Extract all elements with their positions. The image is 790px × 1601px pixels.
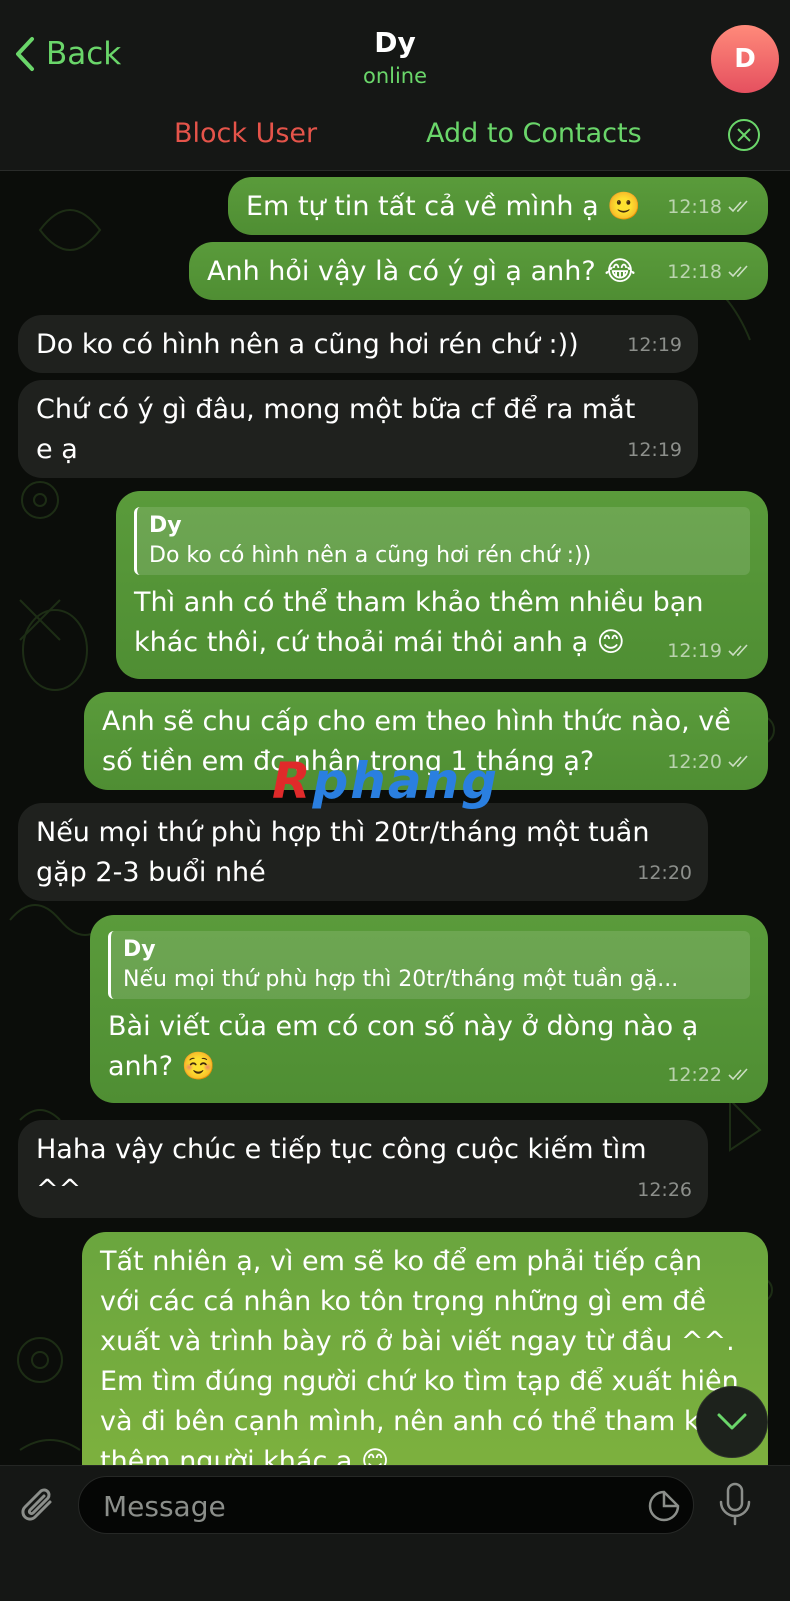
close-bar-button[interactable]: [728, 119, 760, 151]
message-time: 12:22: [667, 1055, 752, 1095]
read-ticks-icon: [728, 755, 748, 768]
message-time: 12:18: [667, 252, 752, 292]
read-ticks-icon: [728, 1068, 748, 1081]
block-user-button[interactable]: Block User: [174, 118, 317, 149]
message-time: 12:18: [667, 187, 752, 227]
message-outgoing[interactable]: Anh hỏi vậy là có ý gì ạ anh? 😂 12:18: [189, 242, 768, 300]
message-incoming[interactable]: Haha vậy chúc e tiếp tục công cuộc kiếm …: [18, 1120, 708, 1218]
watermark-logo: Rphang: [272, 752, 500, 810]
message-text: Do ko có hình nên a cũng hơi rén chứ :)): [36, 329, 579, 360]
message-incoming[interactable]: Do ko có hình nên a cũng hơi rén chứ :))…: [18, 315, 698, 373]
avatar[interactable]: D: [711, 25, 779, 93]
reply-quote[interactable]: Dy Do ko có hình nên a cũng hơi rén chứ …: [134, 507, 750, 575]
message-text: Bài viết của em có con số này ở dòng nào…: [108, 1011, 699, 1082]
quote-text: Do ko có hình nên a cũng hơi rén chứ :)): [149, 543, 592, 568]
message-time: 12:19: [627, 334, 682, 356]
message-text: Nếu mọi thứ phù hợp thì 20tr/tháng một t…: [36, 817, 650, 888]
read-ticks-icon: [728, 200, 748, 213]
quote-text: Nếu mọi thứ phù hợp thì 20tr/tháng một t…: [123, 967, 679, 992]
quote-author: Dy: [123, 937, 156, 962]
sticker-icon[interactable]: [647, 1489, 681, 1523]
message-text: Thì anh có thể tham khảo thêm nhiều bạn …: [134, 587, 704, 658]
message-text: Em tự tin tất cả về mình ạ 🙂: [246, 191, 641, 222]
message-input[interactable]: [101, 1485, 625, 1527]
message-text: Haha vậy chúc e tiếp tục công cuộc kiếm …: [36, 1134, 647, 1205]
message-text: Tất nhiên ạ, vì em sẽ ko để em phải tiếp…: [100, 1246, 750, 1477]
close-icon: [737, 128, 751, 142]
message-incoming[interactable]: Chứ có ý gì đâu, mong một bữa cf để ra m…: [18, 380, 698, 478]
add-to-contacts-button[interactable]: Add to Contacts: [426, 118, 642, 149]
message-incoming[interactable]: Nếu mọi thứ phù hợp thì 20tr/tháng một t…: [18, 803, 708, 901]
message-outgoing[interactable]: Em tự tin tất cả về mình ạ 🙂 12:18: [228, 177, 768, 235]
quote-author: Dy: [149, 513, 182, 538]
message-time: 12:20: [667, 742, 752, 782]
chat-title[interactable]: Dy: [0, 26, 790, 59]
message-outgoing-reply[interactable]: Dy Do ko có hình nên a cũng hơi rén chứ …: [116, 491, 768, 679]
read-ticks-icon: [728, 644, 748, 657]
message-time: 12:19: [627, 439, 682, 461]
paperclip-icon[interactable]: [18, 1484, 60, 1530]
message-time: 12:19: [667, 631, 752, 671]
scroll-to-bottom-button[interactable]: [696, 1386, 768, 1458]
message-field[interactable]: [78, 1476, 694, 1534]
message-text: Chứ có ý gì đâu, mong một bữa cf để ra m…: [36, 394, 636, 465]
message-time: 12:20: [637, 862, 692, 884]
chat-header: Back Dy online D: [0, 0, 790, 99]
message-outgoing[interactable]: Tất nhiên ạ, vì em sẽ ko để em phải tiếp…: [82, 1232, 768, 1494]
action-bar: Block User Add to Contacts: [0, 98, 790, 171]
read-ticks-icon: [728, 265, 748, 278]
online-status: online: [362, 64, 428, 88]
chevron-down-icon: [717, 1413, 747, 1430]
microphone-icon[interactable]: [718, 1482, 752, 1528]
message-outgoing-reply[interactable]: Dy Nếu mọi thứ phù hợp thì 20tr/tháng mộ…: [90, 915, 768, 1103]
reply-quote[interactable]: Dy Nếu mọi thứ phù hợp thì 20tr/tháng mộ…: [108, 931, 750, 999]
message-text: Anh hỏi vậy là có ý gì ạ anh? 😂: [207, 256, 636, 287]
message-time: 12:26: [637, 1179, 692, 1201]
message-input-bar: [0, 1465, 790, 1601]
